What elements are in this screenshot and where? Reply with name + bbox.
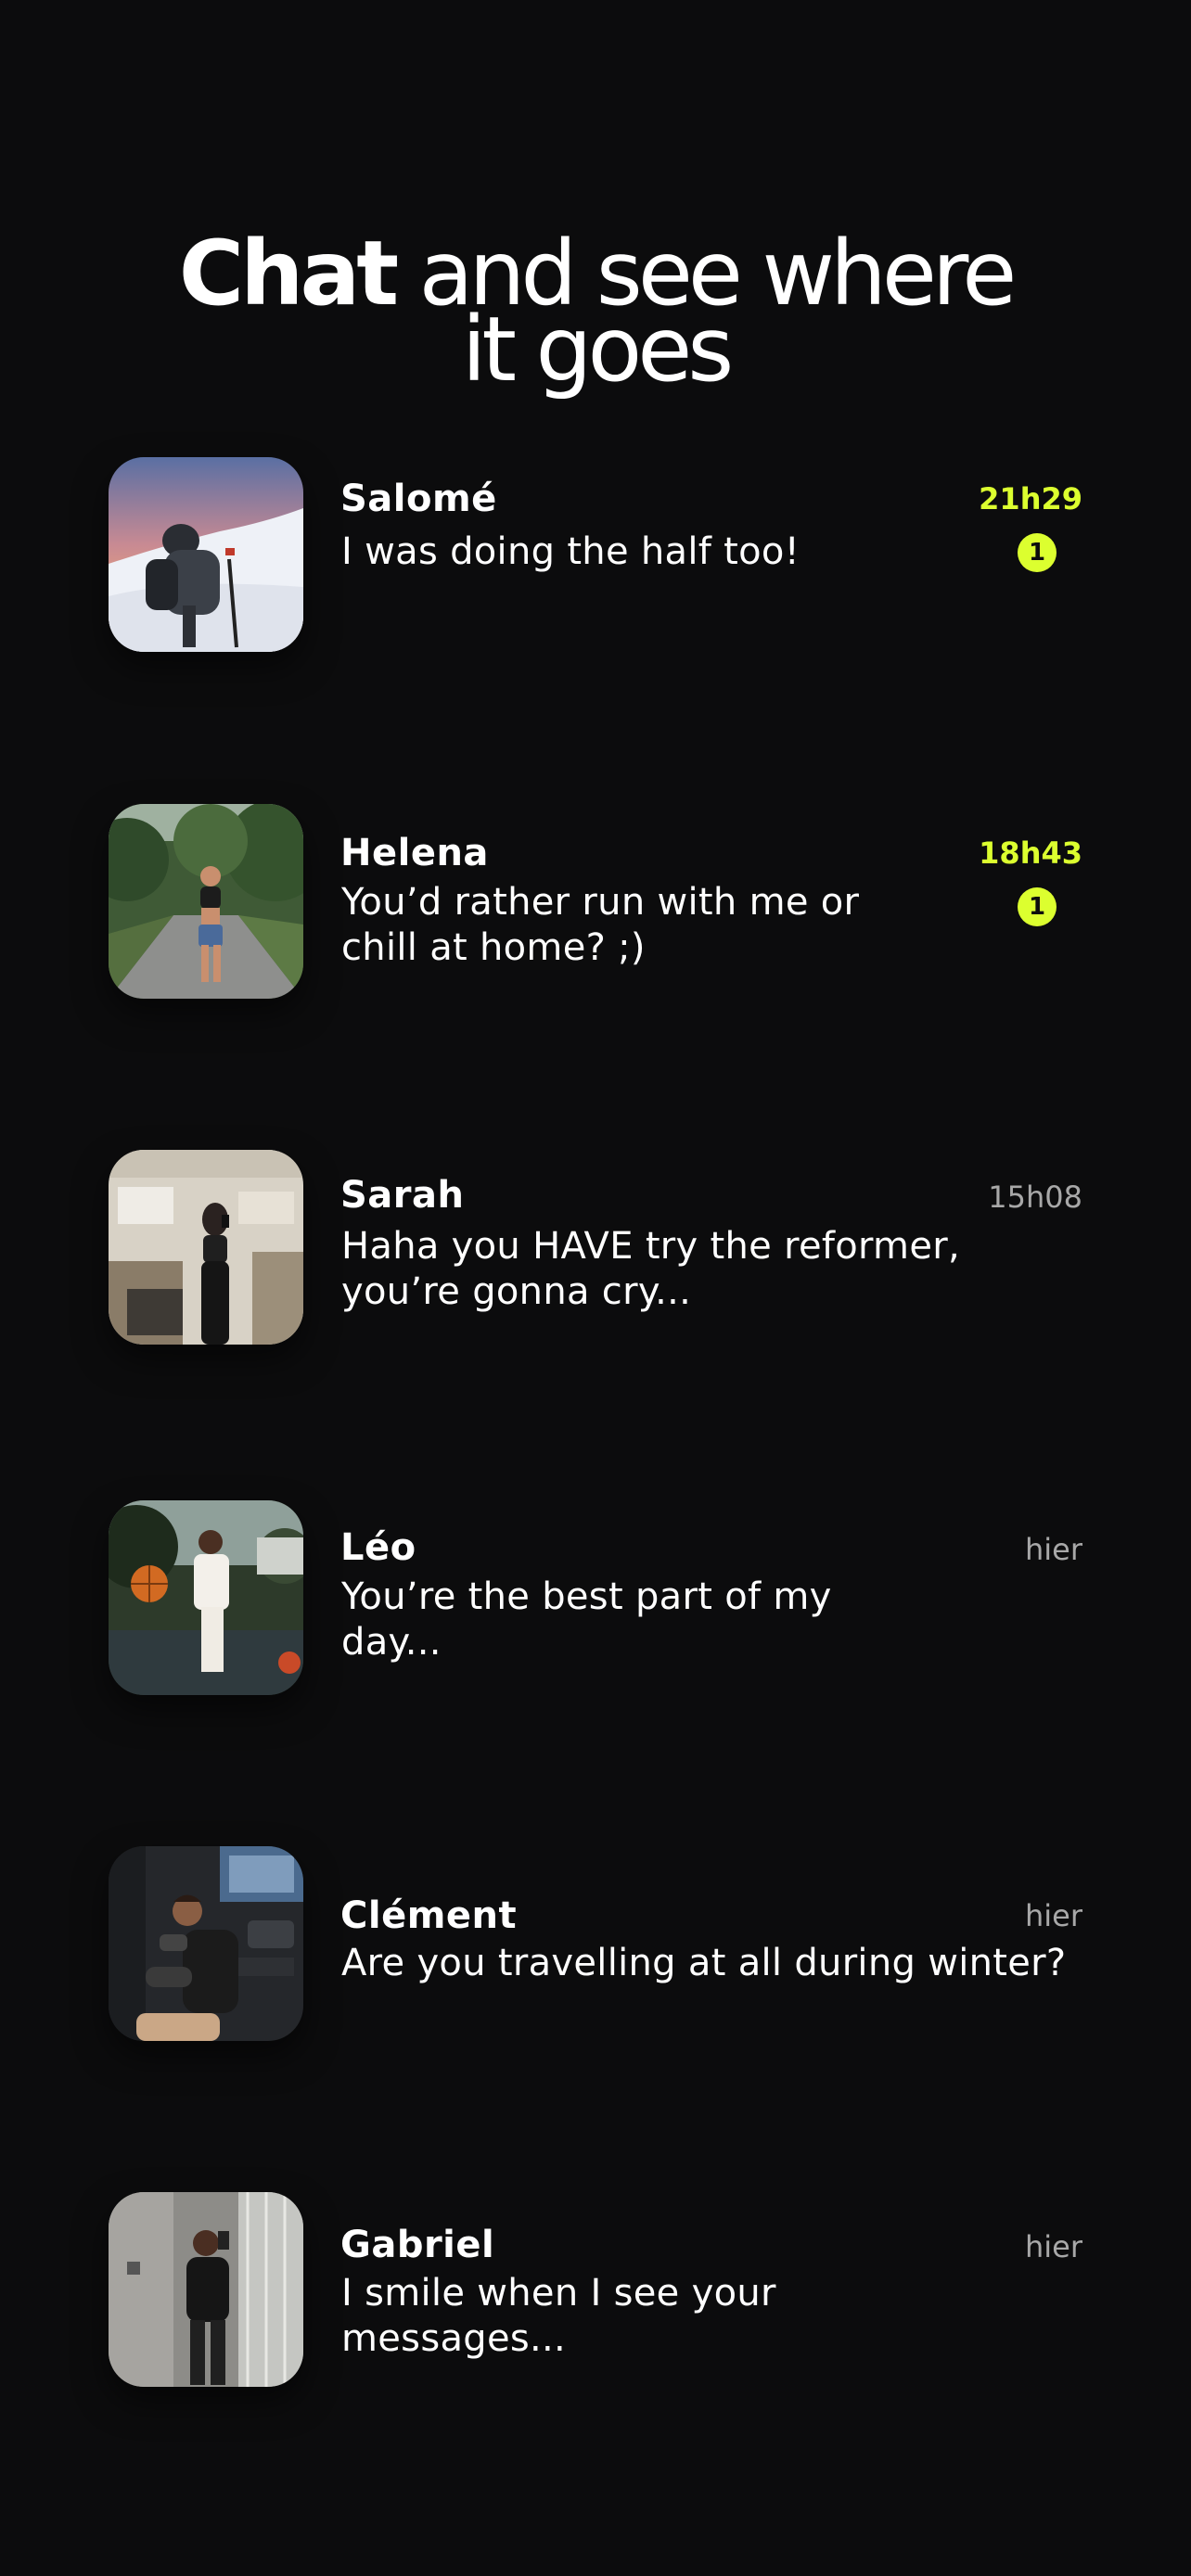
gym-workout-photo bbox=[109, 1846, 303, 2041]
chat-time: 15h08 bbox=[988, 1180, 1082, 1215]
chat-list: Salomé I was doing the half too! 21h29 1 bbox=[0, 0, 1191, 2576]
avatar-leo bbox=[109, 1500, 303, 1695]
chat-row-leo[interactable]: Léo You’re the best part of my day... hi… bbox=[109, 1500, 1082, 1695]
chat-message: You’d rather run with me or chill at hom… bbox=[341, 881, 860, 969]
avatar-salome bbox=[109, 457, 303, 652]
chat-name: Gabriel bbox=[340, 2224, 495, 2266]
unread-badge: 1 bbox=[1018, 533, 1057, 572]
chat-row-clement[interactable]: Clément Are you travelling at all during… bbox=[109, 1846, 1082, 2041]
avatar-gabriel bbox=[109, 2192, 303, 2387]
chat-row-helena[interactable]: Helena You’d rather run with me or chill… bbox=[109, 804, 1082, 999]
mirror-selfie-photo bbox=[109, 2192, 303, 2387]
unread-badge: 1 bbox=[1018, 887, 1057, 926]
chat-time: hier bbox=[1024, 1898, 1082, 1933]
chat-message: I was doing the half too! bbox=[341, 530, 800, 573]
chat-row-gabriel[interactable]: Gabriel I smile when I see your messages… bbox=[109, 2192, 1082, 2387]
chat-time: 21h29 bbox=[979, 481, 1082, 516]
chat-row-sarah[interactable]: Sarah Haha you HAVE try the reformer, yo… bbox=[109, 1150, 1082, 1345]
chat-row-salome[interactable]: Salomé I was doing the half too! 21h29 1 bbox=[109, 457, 1082, 652]
chat-time: hier bbox=[1024, 2229, 1082, 2264]
chat-name: Léo bbox=[340, 1526, 416, 1569]
chat-time: hier bbox=[1024, 1532, 1082, 1567]
chat-name: Salomé bbox=[340, 478, 497, 520]
hiker-on-snow-photo bbox=[109, 457, 303, 652]
chat-name: Clément bbox=[340, 1894, 518, 1937]
chat-message: You’re the best part of my day... bbox=[341, 1575, 832, 1664]
avatar-clement bbox=[109, 1846, 303, 2041]
chat-message: Are you travelling at all during winter? bbox=[341, 1942, 1067, 1984]
avatar-sarah bbox=[109, 1150, 303, 1345]
chat-message: Haha you HAVE try the reformer, you’re g… bbox=[341, 1225, 960, 1313]
runner-on-forest-road-photo bbox=[109, 804, 303, 999]
pilates-studio-selfie-photo bbox=[109, 1150, 303, 1345]
chat-name: Sarah bbox=[340, 1174, 465, 1217]
chat-message: I smile when I see your messages... bbox=[341, 2272, 776, 2360]
basketball-player-photo bbox=[109, 1500, 303, 1695]
chat-time: 18h43 bbox=[979, 835, 1082, 871]
avatar-helena bbox=[109, 804, 303, 999]
chat-name: Helena bbox=[340, 832, 489, 874]
